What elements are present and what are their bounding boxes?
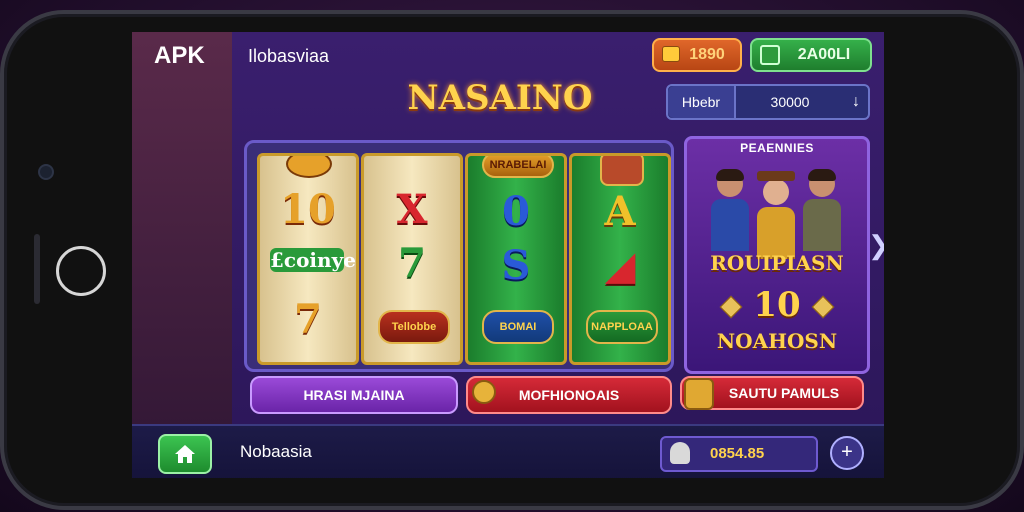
gems-button[interactable]: 2A00LI [750,38,872,72]
coins-value: 1890 [689,46,725,63]
action-button-1-label: HRASI MJAINA [303,387,405,403]
bottom-bar: Nobaasia 0854.85 + [132,424,884,478]
person-3-illustration [803,169,841,251]
coin-icon [472,380,496,404]
portrait-symbol-icon [600,156,644,186]
action-button-2-label: MOFHIONOAIS [518,387,620,403]
bet-label: Hbebr [668,86,736,118]
reel-1[interactable]: 10 £coinye 7 [257,153,359,365]
gem-icon [760,45,780,65]
reel-3-symbol-1: 0 [502,188,530,235]
add-button[interactable]: + [830,436,864,470]
action-button-1[interactable]: HRASI MJAINA [250,376,458,414]
reel-4-symbol-1: A [604,188,636,235]
bet-value: 30000 [770,94,810,110]
app-name: Ilobasviaa [248,46,330,66]
reel-3[interactable]: NRABELAI 0 S BOMAI [465,153,567,365]
reel-3-symbol-3: BOMAI [482,310,554,344]
reels-panel: 10 £coinye 7 X 7 Tellobbe NRABELAI 0 S B… [244,140,674,372]
logo-text: NASAINO [407,78,593,118]
coin-symbol-icon [286,156,332,178]
balance-display[interactable]: 0854.85 [660,436,818,472]
action-button-3-label: SAUTU PAMULS [728,385,840,401]
money-bag-icon [684,378,714,410]
phone-side-button [34,234,40,304]
home-button[interactable] [158,434,212,474]
promo-line-3: NOAHOSN [716,329,838,353]
reel-2[interactable]: X 7 Tellobbe [361,153,463,365]
arrow-down-icon[interactable]: ↓ [852,86,860,118]
balance-value: 0854.85 [710,445,765,462]
reel-3-top-badge: NRABELAI [482,156,554,178]
promo-card[interactable]: PEAENNIES ROUIPIASN 10 NOAHOSN [684,136,870,374]
bet-selector[interactable]: Hbebr 30000 ↓ [666,84,870,120]
home-circle-icon [56,246,106,296]
person-1-illustration [711,169,749,251]
gems-value: 2A00LI [797,46,851,63]
game-screen: APK Ilobasviaa 1890 2A00LI NASAINO Hbebr… [132,32,884,478]
screen-scenery-left [132,32,232,478]
camera-icon [38,164,54,180]
game-logo: NASAINO [400,78,600,128]
reel-1-symbol-2: £coinye [270,248,356,272]
home-icon [175,445,195,463]
reel-1-symbol-1: 10 [280,186,336,233]
promo-line-2: 10 [753,285,801,325]
reel-4-symbol-2: ◢ [604,242,636,289]
reel-4-symbol-3: NAPPLOAA [586,310,658,344]
chevron-right-icon[interactable]: ❯ [868,230,884,261]
reel-1-symbol-3: 7 [294,296,322,343]
promo-line-1: ROUIPIASN [710,251,844,275]
reel-4[interactable]: A ◢ NAPPLOAA [569,153,671,365]
reel-2-symbol-1: X [396,186,428,233]
reel-2-symbol-2: 7 [398,240,426,287]
person-2-illustration [757,171,795,259]
coins-button[interactable]: 1890 [652,38,742,72]
reel-3-symbol-2: S [501,242,531,289]
action-button-2[interactable]: MOFHIONOAIS [466,376,672,414]
promo-title: PEAENNIES [740,141,814,155]
avatar [670,442,690,464]
apk-label: APK [154,42,205,69]
coin-stack-icon [662,46,680,62]
bottom-label: Nobaasia [240,442,312,461]
reel-2-symbol-3: Tellobbe [378,310,450,344]
